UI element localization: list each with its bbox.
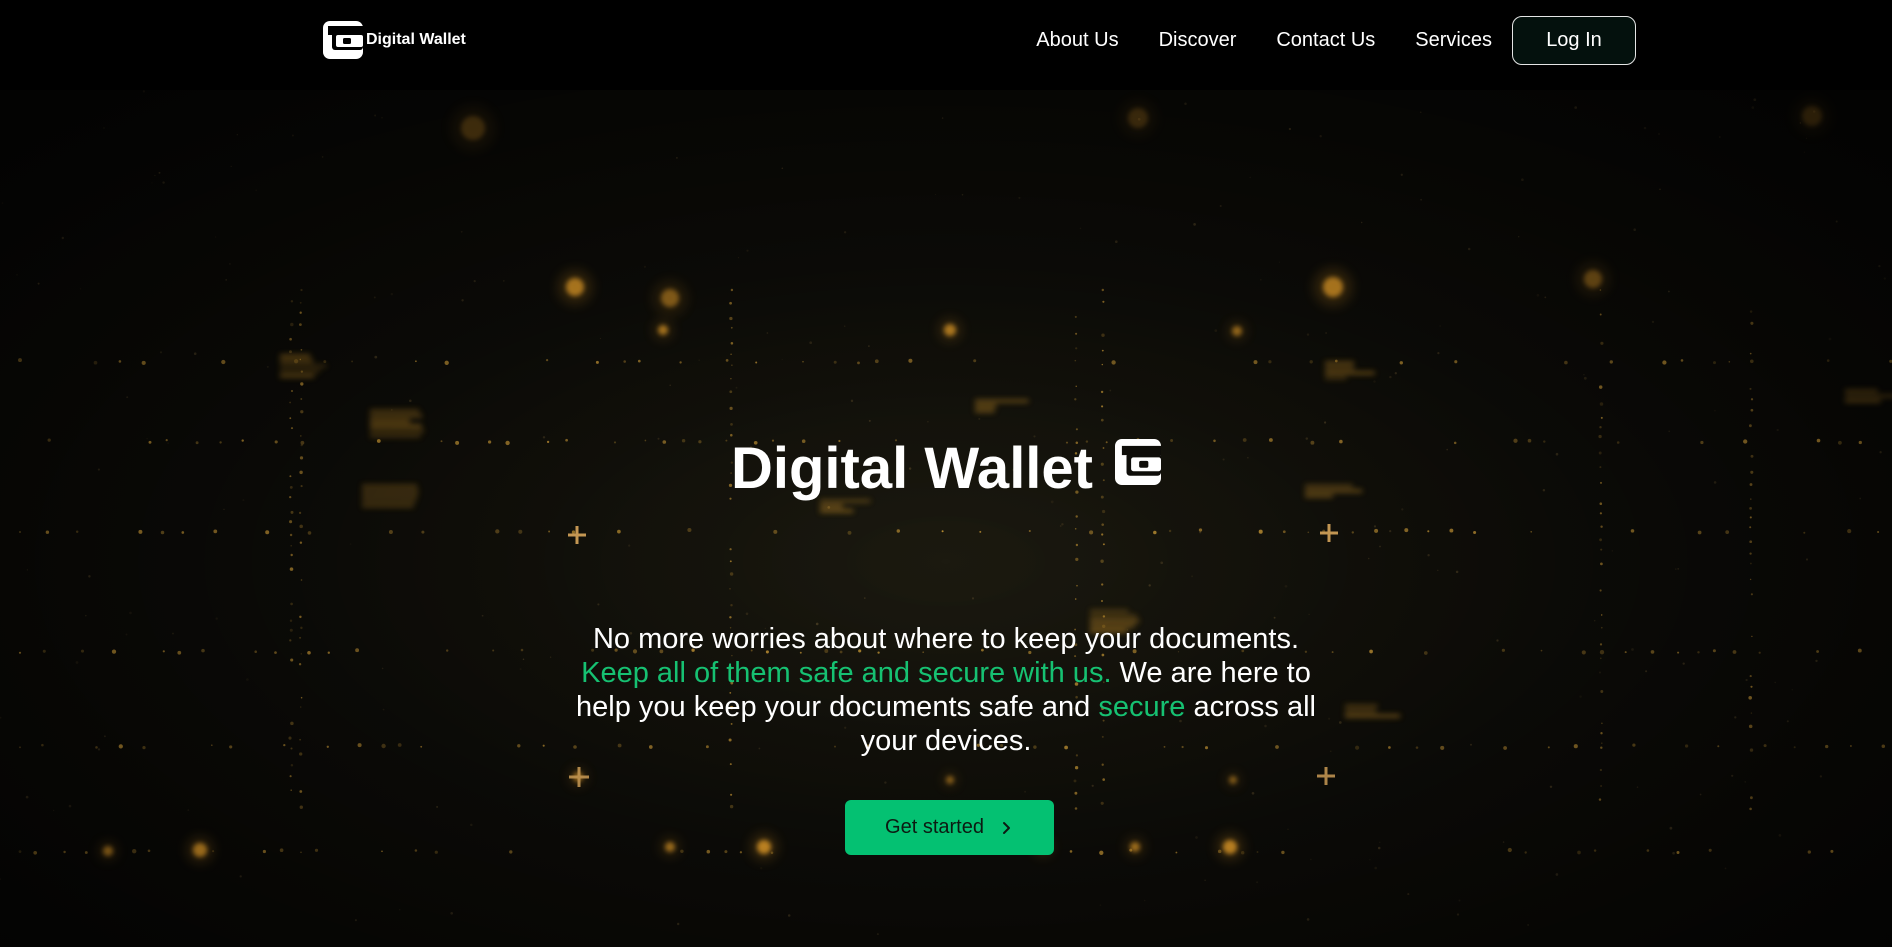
hero-title-text: Digital Wallet <box>731 436 1093 501</box>
wallet-icon <box>1115 439 1161 485</box>
top-navbar: Digital Wallet About Us Discover Contact… <box>0 0 1892 90</box>
chevron-right-icon <box>1002 821 1010 834</box>
nav-about-us[interactable]: About Us <box>1036 29 1118 52</box>
main-nav: About Us Discover Contact Us Services Lo… <box>1036 15 1636 65</box>
get-started-label: Get started <box>885 816 984 838</box>
subtitle-highlight-1: Keep all of them safe and secure with us… <box>581 657 1112 689</box>
hero-section: Digital Wallet No more worries about whe… <box>0 90 1892 947</box>
wallet-icon <box>323 21 363 59</box>
nav-services[interactable]: Services <box>1415 29 1492 52</box>
brand-name: Digital Wallet <box>366 31 466 48</box>
hero-title: Digital Wallet <box>0 435 1892 503</box>
login-button[interactable]: Log In <box>1512 15 1636 65</box>
brand-logo-link[interactable]: Digital Wallet <box>323 20 466 60</box>
nav-discover[interactable]: Discover <box>1159 29 1237 52</box>
subtitle-part-1: No more worries about where to keep your… <box>592 623 1299 655</box>
get-started-button[interactable]: Get started <box>845 800 1054 855</box>
hero-subtitle: No more worries about where to keep your… <box>571 622 1321 758</box>
subtitle-highlight-2: secure <box>1098 691 1186 723</box>
nav-contact-us[interactable]: Contact Us <box>1276 29 1375 52</box>
